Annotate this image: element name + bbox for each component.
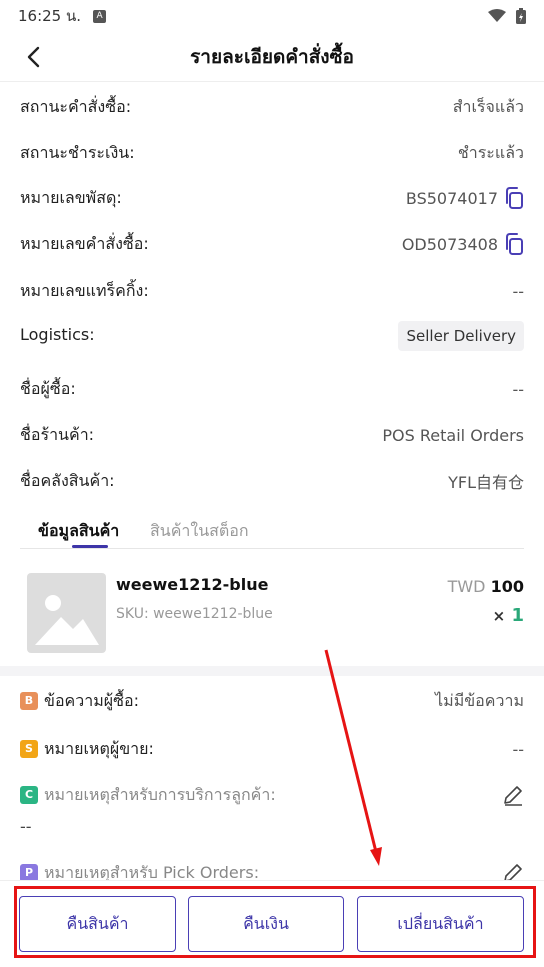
edit-customer-service-note-icon[interactable]	[502, 784, 524, 806]
tab-active-indicator	[72, 545, 108, 548]
seller-note-value: --	[512, 739, 524, 759]
product-sku: SKU: weewe1212-blue	[116, 606, 273, 622]
warehouse-name-row: ชื่อคลังสินค้า: YFL自有仓	[20, 469, 524, 493]
quantity-value: 1	[511, 605, 524, 626]
warehouse-name-value: YFL自有仓	[448, 473, 524, 492]
customer-service-note-label: หมายเหตุสำหรับการบริการลูกค้า:	[44, 784, 276, 804]
wifi-icon	[488, 9, 506, 22]
order-number-value-wrap: OD5073408	[402, 233, 524, 255]
parcel-number-value-wrap: BS5074017	[406, 187, 524, 209]
price-currency: TWD	[447, 577, 486, 596]
buyer-badge: B	[20, 692, 38, 710]
quantity-prefix: ×	[492, 607, 506, 625]
logistics-label: Logistics:	[20, 325, 95, 344]
status-bar: 16:25 น. A	[0, 0, 544, 32]
image-placeholder-icon	[35, 595, 99, 645]
buyer-name-value: --	[512, 379, 524, 399]
customer-service-badge: C	[20, 786, 38, 804]
customer-service-note-value: --	[20, 817, 32, 836]
tracking-number-value: --	[512, 281, 524, 301]
product-quantity: × 1	[493, 605, 524, 626]
product-image-placeholder	[27, 573, 106, 653]
store-name-row: ชื่อร้านค้า: POS Retail Orders	[20, 423, 524, 447]
pick-orders-badge: P	[20, 864, 38, 880]
parcel-number-value: BS5074017	[405, 188, 498, 208]
parcel-number-label: หมายเลขพัสดุ:	[20, 187, 122, 207]
tab-stock-items[interactable]: สินค้าในสต็อก	[150, 519, 249, 544]
return-goods-button[interactable]: คืนสินค้า	[19, 896, 176, 952]
tracking-number-label: หมายเลขแทร็คกิ้ง:	[20, 280, 149, 300]
warehouse-name-label: ชื่อคลังสินค้า:	[20, 470, 115, 490]
payment-status-value: ชำระแล้ว	[457, 142, 524, 162]
parcel-number-row: หมายเลขพัสดุ: BS5074017	[20, 186, 524, 210]
order-status-label: สถานะคำสั่งซื้อ:	[20, 96, 132, 116]
copy-icon[interactable]	[504, 187, 524, 209]
tracking-number-row: หมายเลขแทร็คกิ้ง: --	[20, 279, 524, 303]
seller-note-label: หมายเหตุผู้ขาย:	[44, 738, 154, 758]
exchange-goods-button[interactable]: เปลี่ยนสินค้า	[357, 896, 524, 952]
buyer-message-label: ข้อความผู้ซื้อ:	[44, 690, 139, 710]
store-name-label: ชื่อร้านค้า:	[20, 424, 95, 444]
buyer-message-row: B ข้อความผู้ซื้อ: ไม่มีข้อความ	[20, 689, 524, 713]
order-number-value: OD5073408	[401, 234, 498, 254]
copy-icon[interactable]	[504, 233, 524, 255]
tab-product-info[interactable]: ข้อมูลสินค้า	[38, 519, 119, 544]
product-price: TWD 100	[448, 577, 524, 596]
notification-icon: A	[93, 9, 107, 23]
pick-orders-note-row: P หมายเหตุสำหรับ Pick Orders:	[20, 861, 524, 880]
order-status-value: สำเร็จแล้ว	[452, 96, 524, 116]
payment-status-label: สถานะชำระเงิน:	[20, 142, 135, 162]
logistics-row: Logistics: Seller Delivery	[20, 321, 524, 355]
store-name-value: POS Retail Orders	[382, 425, 524, 445]
section-divider	[0, 666, 544, 676]
seller-badge: S	[20, 740, 38, 758]
battery-icon	[516, 8, 526, 24]
payment-status-row: สถานะชำระเงิน: ชำระแล้ว	[20, 141, 524, 165]
seller-note-row: S หมายเหตุผู้ขาย: --	[20, 737, 524, 761]
logistics-chip: Seller Delivery	[398, 321, 524, 351]
product-tabs: ข้อมูลสินค้า สินค้าในสต็อก	[20, 513, 524, 549]
order-detail-content[interactable]: สถานะคำสั่งซื้อ: สำเร็จแล้ว สถานะชำระเงิ…	[0, 83, 544, 880]
order-status-row: สถานะคำสั่งซื้อ: สำเร็จแล้ว	[20, 95, 524, 119]
buyer-name-row: ชื่อผู้ซื้อ: --	[20, 377, 524, 401]
buyer-message-value: ไม่มีข้อความ	[435, 690, 524, 710]
product-item[interactable]: weewe1212-blue SKU: weewe1212-blue TWD 1…	[20, 563, 524, 663]
product-name: weewe1212-blue	[116, 575, 269, 594]
price-amount: 100	[490, 577, 524, 596]
buyer-name-label: ชื่อผู้ซื้อ:	[20, 378, 76, 398]
order-number-label: หมายเลขคำสั่งซื้อ:	[20, 233, 149, 253]
page-title: รายละเอียดคำสั่งซื้อ	[190, 45, 354, 68]
app-header: รายละเอียดคำสั่งซื้อ	[0, 32, 544, 82]
chevron-left-icon	[27, 46, 40, 68]
status-icons	[488, 8, 526, 24]
order-number-row: หมายเลขคำสั่งซื้อ: OD5073408	[20, 232, 524, 256]
back-button[interactable]	[18, 42, 48, 72]
pick-orders-note-label: หมายเหตุสำหรับ Pick Orders:	[44, 862, 260, 881]
status-time: 16:25 น.	[18, 7, 82, 25]
edit-pick-orders-note-icon[interactable]	[502, 862, 524, 880]
customer-service-note-row: C หมายเหตุสำหรับการบริการลูกค้า:	[20, 783, 524, 807]
refund-button[interactable]: คืนเงิน	[188, 896, 344, 952]
